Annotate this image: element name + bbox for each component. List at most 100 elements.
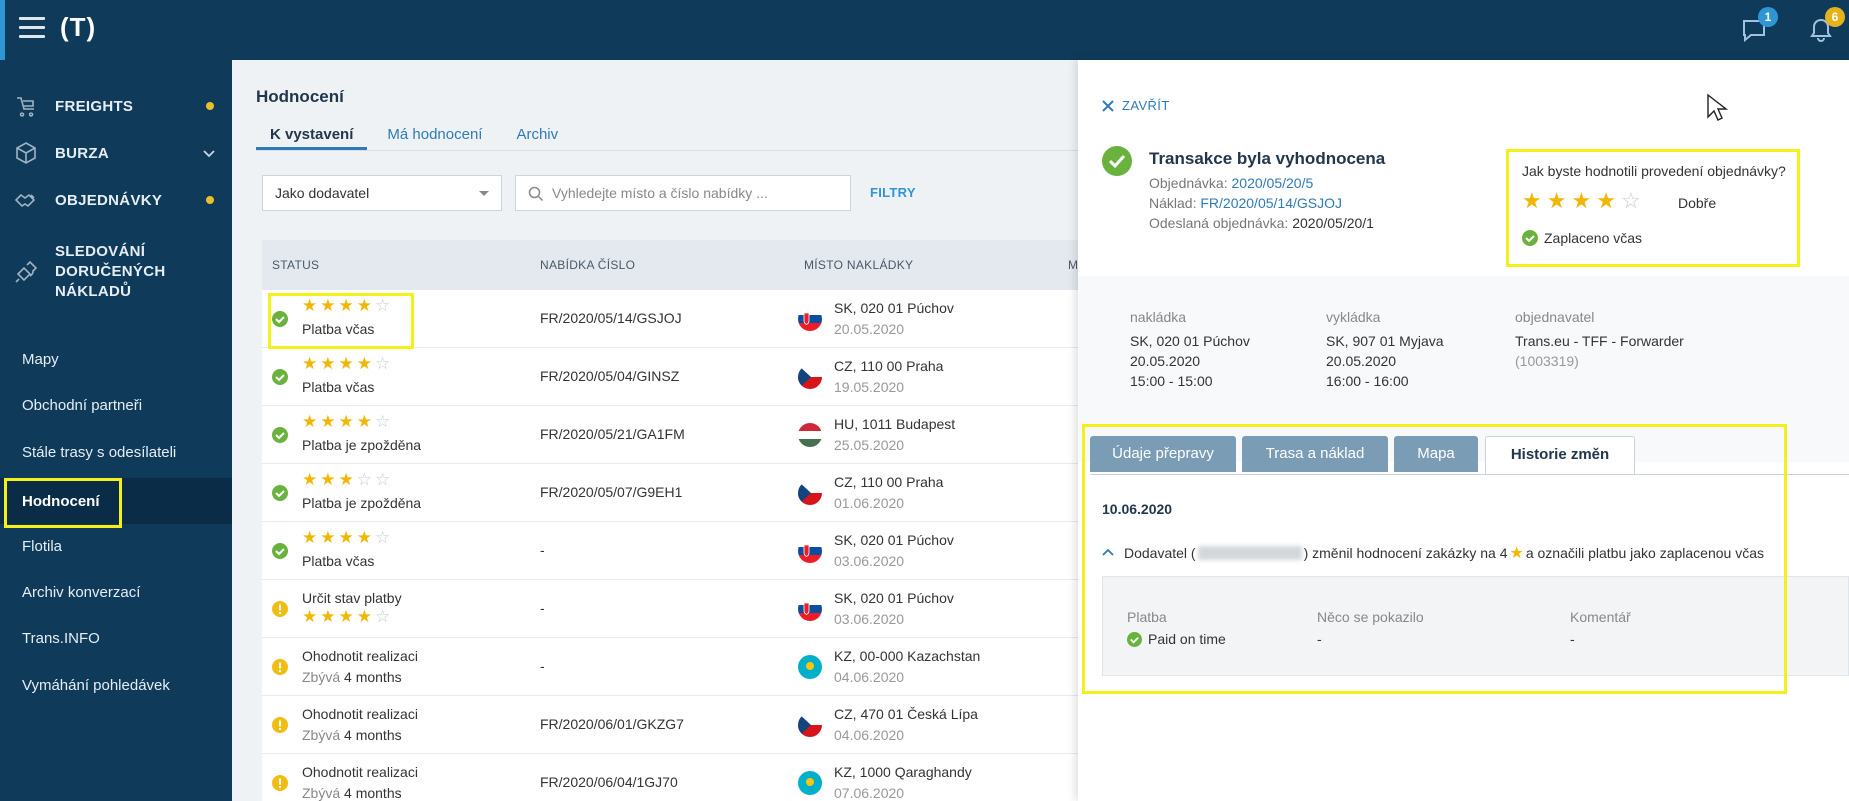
column-header-status[interactable]: STATUS — [272, 240, 319, 290]
tab-k-vystaveni[interactable]: K vystavení — [256, 120, 368, 150]
main-content: Hodnocení K vystavení Má hodnocení Archi… — [232, 60, 1080, 801]
rating-stars[interactable]: ★★★★☆ — [1522, 188, 1646, 214]
sidebar-item-objednavky[interactable]: OBJEDNÁVKY — [0, 177, 232, 223]
table-row[interactable]: Ohodnotit realizaci Zbývá 4 months FR/2020… — [262, 696, 1080, 754]
unread-dot — [206, 196, 214, 204]
star-filled-icon: ★ — [1522, 188, 1547, 213]
tab-route-cargo[interactable]: Trasa a náklad — [1242, 436, 1388, 472]
star-filled-icon: ★ — [302, 528, 321, 547]
flag-cz-icon — [798, 365, 822, 389]
unloading-date: 20.05.2020 — [1326, 353, 1397, 369]
search-icon — [528, 186, 544, 202]
table-row[interactable]: ★★★★☆ Platba včas - SK, 020 01 Púchov 03.06.… — [262, 522, 1080, 580]
row-status-text[interactable]: Ohodnotit realizaci — [302, 648, 418, 664]
table-row[interactable]: ★★★★☆ Platba včas FR/2020/05/04/GINSZ CZ, 1… — [262, 348, 1080, 406]
sidebar-item-mapy[interactable]: Mapy — [0, 339, 232, 379]
notifications-icon[interactable]: 6 — [1807, 7, 1845, 44]
table-row[interactable]: ★★★★☆ Platba včas FR/2020/05/14/GSJOJ SK, 0… — [262, 290, 1080, 348]
rating-word: Dobře — [1678, 195, 1717, 211]
cargo-label: Náklad: — [1149, 195, 1197, 211]
tab-history[interactable]: Historie změn — [1485, 436, 1635, 475]
detail-label: Něco se pokazilo — [1317, 609, 1424, 625]
rating-box: Jak byste hodnotili provedení objednávky… — [1508, 150, 1808, 262]
table-row[interactable]: Ohodnotit realizaci Zbývá 4 months FR/2020… — [262, 754, 1080, 801]
row-stars: ★★★★☆ — [302, 296, 393, 316]
column-header-offer[interactable]: NABÍDKA ČÍSLO — [540, 240, 635, 290]
star-filled-icon: ★ — [356, 296, 375, 315]
check-circle-icon — [272, 427, 288, 443]
table-row[interactable]: Ohodnotit realizaci Zbývá 4 months - KZ, 00… — [262, 638, 1080, 696]
sidebar-item-debt[interactable]: Vymáhání pohledávek — [0, 665, 232, 705]
row-status-text[interactable]: Ohodnotit realizaci — [302, 706, 418, 722]
page-title: Hodnocení — [256, 87, 344, 106]
row-remaining: Zbývá 4 months — [302, 669, 402, 685]
tab-map[interactable]: Mapa — [1394, 436, 1478, 472]
detail-comment: Komentář - — [1570, 609, 1631, 647]
close-button[interactable]: ZAVŘÍT — [1102, 98, 1170, 113]
row-date: 03.06.2020 — [834, 611, 905, 627]
sidebar-item-tracking[interactable]: SLEDOVÁNÍ DORUČENÝCH NÁKLADŮ — [0, 232, 232, 312]
sidebar-item-burza[interactable]: BURZA — [0, 130, 232, 176]
row-location: SK, 020 01 Púchov — [834, 300, 954, 316]
messages-badge: 1 — [1758, 7, 1778, 27]
sidebar-item-label: FREIGHTS — [55, 97, 134, 115]
history-entry-suffix: a označili platbu jako zaplacenou včas — [1525, 545, 1764, 561]
ratings-table: STATUS NABÍDKA ČÍSLO MÍSTO NAKLÁDKY M ★★… — [262, 240, 1080, 801]
hamburger-menu-icon[interactable] — [19, 17, 45, 41]
chevron-up-icon[interactable] — [1102, 547, 1114, 559]
tab-ma-hodnoceni[interactable]: Má hodnocení — [373, 120, 496, 150]
table-row[interactable]: Určit stav platby ★★★★☆ - SK, 020 01 Púchov… — [262, 580, 1080, 638]
messages-icon[interactable]: 1 — [1740, 7, 1778, 44]
tab-transport-details[interactable]: Údaje přepravy — [1090, 436, 1236, 472]
role-select[interactable]: Jako dodavatel — [262, 175, 502, 211]
star-filled-icon: ★ — [356, 354, 375, 373]
order-link[interactable]: 2020/05/20/5 — [1232, 175, 1314, 191]
close-icon — [1102, 99, 1114, 112]
sidebar-item-label: OBJEDNÁVKY — [55, 191, 163, 209]
tab-archiv[interactable]: Archiv — [502, 120, 572, 150]
table-row[interactable]: ★★★★☆ Platba je zpožděna FR/2020/05/21/GA1… — [262, 406, 1080, 464]
star-filled-icon: ★ — [320, 528, 339, 547]
search-input[interactable] — [552, 176, 842, 210]
star-empty-icon: ☆ — [375, 412, 394, 431]
sidebar-item-label: Archiv konverzací — [22, 583, 141, 601]
filters-button[interactable]: FILTRY — [870, 185, 916, 200]
loading-date: 20.05.2020 — [1130, 353, 1201, 369]
unloading-label: vykládka — [1326, 309, 1381, 325]
sidebar-item-archive[interactable]: Archiv konverzací — [0, 572, 232, 612]
close-label: ZAVŘÍT — [1122, 98, 1170, 113]
flag-kz-icon — [798, 771, 822, 795]
star-empty-icon: ☆ — [375, 354, 394, 373]
column-header-next[interactable]: M — [1068, 240, 1078, 290]
row-stars[interactable]: ★★★★☆ — [302, 607, 393, 627]
history-date: 10.06.2020 — [1102, 501, 1173, 517]
sidebar-item-freights[interactable]: FREIGHTS — [0, 83, 232, 129]
row-date: 07.06.2020 — [834, 785, 905, 801]
sidebar-item-flotila[interactable]: Flotila — [0, 526, 232, 566]
table-row[interactable]: ★★★☆☆ Platba je zpožděna FR/2020/05/07/G9E… — [262, 464, 1080, 522]
top-bar: (T) 1 6 — [0, 0, 1849, 60]
cargo-link[interactable]: FR/2020/05/14/GSJOJ — [1200, 195, 1342, 211]
star-filled-icon: ★ — [338, 412, 357, 431]
row-status-text[interactable]: Ohodnotit realizaci — [302, 764, 418, 780]
detail-value: - — [1570, 631, 1575, 647]
row-date: 20.05.2020 — [834, 321, 905, 337]
app-logo[interactable]: (T) — [60, 12, 96, 43]
row-location: KZ, 1000 Qaraghandy — [834, 764, 972, 780]
sidebar-item-routes[interactable]: Stále trasy s odesílateli — [0, 432, 232, 472]
sidebar-item-partners[interactable]: Obchodní partneři — [0, 385, 232, 425]
label-line: NÁKLADŮ — [55, 283, 132, 300]
sidebar-item-hodnoceni[interactable]: Hodnocení — [0, 478, 232, 524]
column-header-loading[interactable]: MÍSTO NAKLÁDKY — [804, 240, 913, 290]
row-date: 25.05.2020 — [834, 437, 905, 453]
row-status-text: Platba včas — [302, 321, 375, 337]
panel-tab-divider — [1090, 474, 1849, 475]
chevron-down-icon[interactable] — [202, 146, 216, 160]
sidebar-item-label: BURZA — [55, 144, 109, 162]
row-date: 03.06.2020 — [834, 553, 905, 569]
truck-icon — [17, 97, 34, 117]
sidebar-item-transinfo[interactable]: Trans.INFO — [0, 618, 232, 658]
history-entry-mid: ) změnil hodnocení zakázky na 4 — [1303, 545, 1508, 561]
row-status-text: Platba včas — [302, 379, 375, 395]
history-entry[interactable]: Dodavatel ( ) změnil hodnocení zakázky n… — [1102, 543, 1764, 563]
